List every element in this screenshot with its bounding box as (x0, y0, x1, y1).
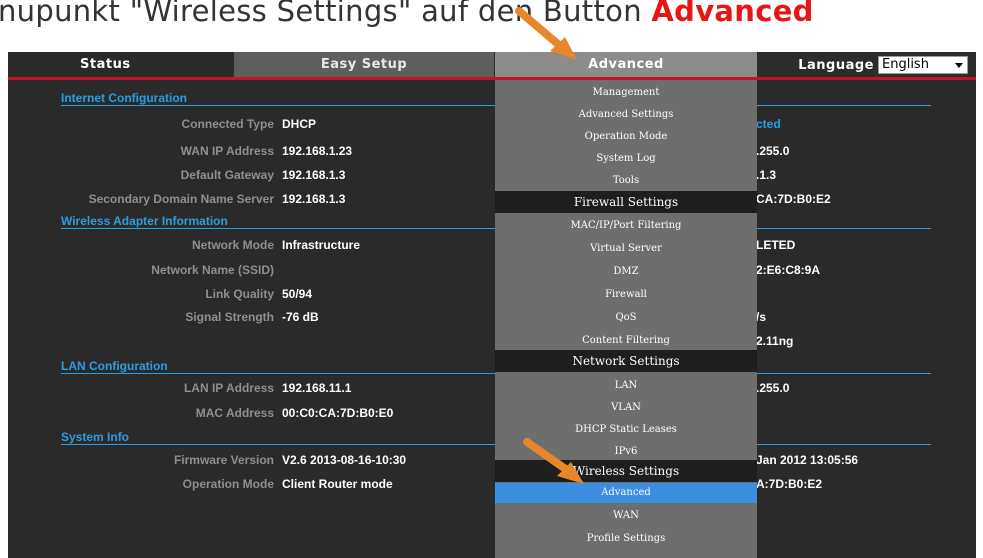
section-title-lan: LAN Configuration (61, 359, 168, 373)
row-value: 192.168.1.3 (282, 192, 346, 206)
menu-header-firewall-settings[interactable]: Firewall Settings (495, 191, 757, 213)
language-value: English (882, 57, 929, 72)
row-label: Network Mode (191, 238, 274, 252)
instruction-text-main: nupunkt "Wireless Settings" auf den Butt… (0, 0, 652, 28)
row-label: Network Name (SSID) (151, 263, 274, 277)
menu-item-content-filtering[interactable]: Content Filtering (495, 335, 757, 346)
menu-header-wireless-settings[interactable]: Wireless Settings (495, 460, 757, 482)
menu-item-operation-mode[interactable]: Operation Mode (495, 131, 757, 142)
instruction-highlight: Advanced (651, 0, 814, 28)
tab-status[interactable]: Status (8, 52, 232, 77)
menu-item-virtual-server[interactable]: Virtual Server (495, 243, 757, 254)
instruction-text: nupunkt "Wireless Settings" auf den Butt… (0, 0, 814, 28)
menu-item-management[interactable]: Management (495, 87, 757, 98)
right-value: cted (756, 117, 781, 131)
menu-item-dhcp-static-leases[interactable]: DHCP Static Leases (495, 424, 757, 435)
language-selector: Language English (798, 56, 968, 74)
right-value: .255.0 (756, 144, 790, 158)
row-value: -76 dB (282, 310, 319, 324)
menu-item-wan[interactable]: WAN (495, 510, 757, 521)
top-navigation: Status Easy Setup Advanced Language Engl… (8, 52, 976, 77)
menu-item-tools[interactable]: Tools (495, 175, 757, 186)
row-label: Default Gateway (180, 168, 274, 182)
nav-divider (8, 77, 976, 80)
row-value: 00:C0:CA:7D:B0:E0 (282, 406, 394, 420)
menu-item-lan[interactable]: LAN (495, 380, 757, 391)
section-title-wireless: Wireless Adapter Information (61, 214, 228, 228)
tab-advanced[interactable]: Advanced (495, 52, 757, 77)
row-value: 192.168.1.23 (282, 144, 353, 158)
instruction-banner: nupunkt "Wireless Settings" auf den Butt… (0, 0, 983, 34)
row-label: LAN IP Address (183, 381, 274, 395)
row-label: Link Quality (205, 287, 274, 301)
menu-header-network-settings[interactable]: Network Settings (495, 350, 757, 372)
menu-item-advanced-settings[interactable]: Advanced Settings (495, 109, 757, 120)
row-value: 192.168.1.3 (282, 168, 346, 182)
menu-item-firewall[interactable]: Firewall (495, 289, 757, 300)
tab-easy-setup[interactable]: Easy Setup (234, 52, 494, 77)
advanced-dropdown-menu: Management Advanced Settings Operation M… (495, 80, 757, 558)
row-value: 50/94 (282, 287, 313, 301)
row-value: Infrastructure (282, 238, 361, 252)
row-value: 192.168.11.1 (282, 381, 352, 395)
menu-item-ipv6[interactable]: IPv6 (495, 446, 757, 457)
language-dropdown[interactable]: English (878, 56, 968, 74)
row-label: WAN IP Address (180, 144, 274, 158)
row-value: V2.6 2013-08-16-10:30 (282, 453, 407, 467)
row-label: Firmware Version (173, 453, 274, 467)
right-value: 2:E6:C8:9A (756, 263, 821, 277)
menu-item-system-log[interactable]: System Log (495, 153, 757, 164)
right-value: Jan 2012 13:05:56 (756, 453, 859, 467)
section-title-internet: Internet Configuration (61, 91, 187, 105)
chevron-down-icon (955, 63, 963, 68)
right-value: LETED (756, 238, 796, 252)
menu-item-wireless-advanced[interactable]: Advanced (495, 483, 757, 503)
menu-item-profile-settings[interactable]: Profile Settings (495, 533, 757, 544)
right-value: .255.0 (756, 381, 790, 395)
menu-item-mac-ip-port-filtering[interactable]: MAC/IP/Port Filtering (495, 220, 757, 231)
row-label: MAC Address (195, 406, 274, 420)
language-label: Language (798, 57, 874, 73)
row-label: Secondary Domain Name Server (88, 192, 274, 206)
row-value: Client Router mode (282, 477, 393, 491)
right-value: A:7D:B0:E2 (756, 477, 823, 491)
right-value: CA:7D:B0:E2 (756, 192, 831, 206)
menu-item-dmz[interactable]: DMZ (495, 266, 757, 277)
right-value: 2.11ng (756, 334, 794, 348)
router-admin-panel: Status Easy Setup Advanced Language Engl… (8, 52, 976, 558)
row-label: Operation Mode (182, 477, 274, 491)
row-label: Signal Strength (185, 310, 274, 324)
menu-item-qos[interactable]: QoS (495, 312, 757, 323)
right-value: .1.3 (756, 168, 777, 182)
section-title-system: System Info (61, 430, 130, 444)
menu-item-vlan[interactable]: VLAN (495, 402, 757, 413)
row-value: DHCP (282, 117, 317, 131)
right-value: /s (756, 310, 767, 324)
row-label: Connected Type (181, 117, 274, 131)
